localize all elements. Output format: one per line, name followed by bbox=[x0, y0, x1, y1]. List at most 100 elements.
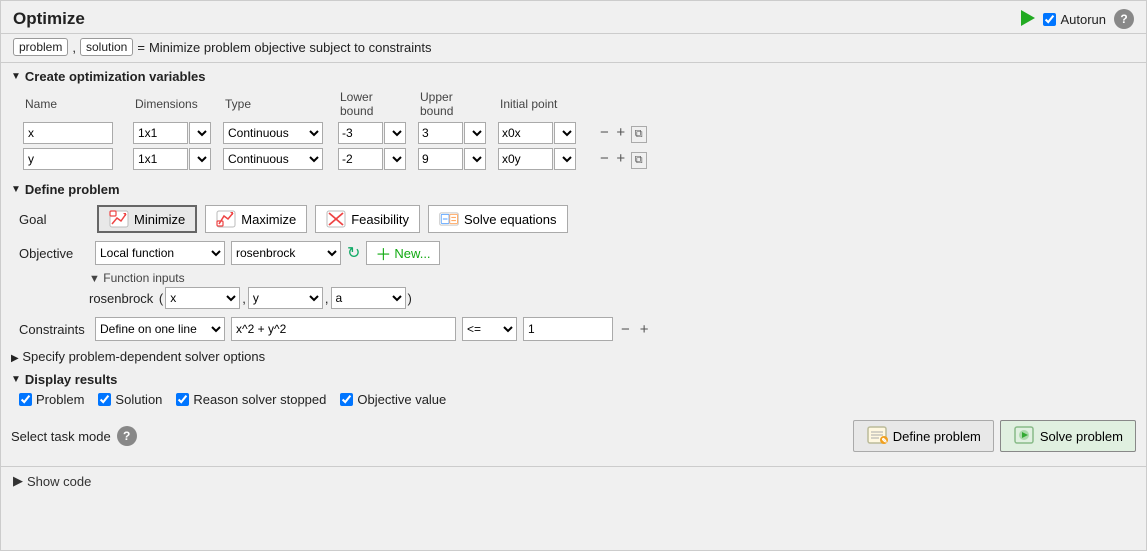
check-solution[interactable]: Solution bbox=[98, 392, 162, 407]
feasibility-button[interactable]: Feasibility bbox=[315, 205, 420, 233]
var-init-x-select[interactable] bbox=[554, 122, 576, 144]
var-name-x[interactable] bbox=[23, 122, 113, 144]
var-lower-y[interactable] bbox=[338, 148, 383, 170]
display-results-arrow: ▼ bbox=[11, 374, 21, 385]
check-problem-input[interactable] bbox=[19, 393, 32, 406]
func-inputs-header: ▼ Function inputs bbox=[89, 271, 1136, 287]
var-init-y-select[interactable] bbox=[554, 148, 576, 170]
new-function-button[interactable]: ＋ New... bbox=[366, 241, 439, 265]
check-objective-input[interactable] bbox=[340, 393, 353, 406]
constraint-expression[interactable] bbox=[231, 317, 456, 341]
func-call-row: rosenbrock ( x y a , y x a , a bbox=[89, 287, 1136, 309]
copy-row-x[interactable]: ⧉ bbox=[631, 126, 647, 143]
define-problem-label: Define problem bbox=[25, 182, 120, 197]
task-mode-help-button[interactable]: ? bbox=[117, 426, 137, 446]
check-problem-label: Problem bbox=[36, 392, 84, 407]
var-type-y[interactable]: Continuous Integer bbox=[223, 148, 323, 170]
check-reason-input[interactable] bbox=[176, 393, 189, 406]
show-code-label: Show code bbox=[27, 474, 91, 489]
add-constraint-button[interactable]: + bbox=[638, 321, 651, 338]
var-type-x[interactable]: Continuous Integer bbox=[223, 122, 323, 144]
col-type: Type bbox=[219, 88, 334, 120]
constraint-value[interactable] bbox=[523, 317, 613, 341]
arg-x-select[interactable]: x y a bbox=[165, 287, 240, 309]
goal-label: Goal bbox=[19, 212, 89, 227]
col-init: Initial point bbox=[494, 88, 594, 120]
solver-label: Specify problem-dependent solver options bbox=[22, 349, 265, 364]
constraint-op-select[interactable]: <= >= == bbox=[462, 317, 517, 341]
autorun-label[interactable]: Autorun bbox=[1043, 12, 1106, 27]
task-mode-row: Select task mode ? ✎ Define problem bbox=[11, 412, 1136, 456]
new-function-label: New... bbox=[394, 246, 430, 261]
add-row-x[interactable]: + bbox=[614, 124, 627, 141]
define-problem-button[interactable]: ✎ Define problem bbox=[853, 420, 994, 452]
var-dim-y-select[interactable] bbox=[189, 148, 211, 170]
minimize-button[interactable]: Minimize bbox=[97, 205, 197, 233]
var-dim-y[interactable] bbox=[133, 148, 188, 170]
autorun-checkbox[interactable] bbox=[1043, 13, 1056, 26]
remove-constraint-button[interactable]: − bbox=[619, 321, 632, 338]
var-upper-y-select[interactable] bbox=[464, 148, 486, 170]
arg-y-select[interactable]: y x a bbox=[248, 287, 323, 309]
svg-text:✎: ✎ bbox=[881, 437, 887, 445]
solve-equations-icon bbox=[439, 210, 459, 228]
check-problem[interactable]: Problem bbox=[19, 392, 84, 407]
objective-func-select[interactable]: rosenbrock bbox=[231, 241, 341, 265]
display-checkboxes-row: Problem Solution Reason solver stopped O… bbox=[11, 389, 1136, 410]
var-lower-y-select[interactable] bbox=[384, 148, 406, 170]
new-function-plus-icon: ＋ bbox=[375, 241, 391, 265]
var-upper-x-select[interactable] bbox=[464, 122, 486, 144]
var-lower-x[interactable] bbox=[338, 122, 383, 144]
refresh-button[interactable]: ↻ bbox=[347, 243, 360, 263]
define-select[interactable]: Define on one line Define separately bbox=[95, 317, 225, 341]
check-solution-label: Solution bbox=[115, 392, 162, 407]
check-solution-input[interactable] bbox=[98, 393, 111, 406]
maximize-button[interactable]: Maximize bbox=[205, 205, 307, 233]
add-row-y[interactable]: + bbox=[614, 150, 627, 167]
var-name-y[interactable] bbox=[23, 148, 113, 170]
maximize-label: Maximize bbox=[241, 212, 296, 227]
var-init-x[interactable] bbox=[498, 122, 553, 144]
objective-label: Objective bbox=[19, 246, 89, 261]
var-dim-x[interactable] bbox=[133, 122, 188, 144]
remove-row-y[interactable]: − bbox=[598, 150, 611, 167]
create-vars-content: Name Dimensions Type Lower bound Upper b… bbox=[11, 88, 1136, 172]
func-name-text: rosenbrock bbox=[89, 291, 153, 306]
breadcrumb-description: Minimize problem objective subject to co… bbox=[149, 40, 432, 55]
define-problem-arrow: ▼ bbox=[11, 184, 21, 195]
display-results-header[interactable]: ▼ Display results bbox=[11, 370, 1136, 389]
define-problem-btn-label: Define problem bbox=[893, 429, 981, 444]
var-init-y[interactable] bbox=[498, 148, 553, 170]
solve-problem-button[interactable]: Solve problem bbox=[1000, 420, 1136, 452]
solve-equations-label: Solve equations bbox=[464, 212, 557, 227]
task-mode-label: Select task mode bbox=[11, 429, 111, 444]
display-results-label: Display results bbox=[25, 372, 118, 387]
help-button[interactable]: ? bbox=[1114, 9, 1134, 29]
func-close-paren: ) bbox=[408, 291, 412, 306]
create-vars-section-header[interactable]: ▼ Create optimization variables bbox=[11, 63, 1136, 88]
define-problem-section-header[interactable]: ▼ Define problem bbox=[11, 176, 1136, 201]
remove-row-x[interactable]: − bbox=[598, 124, 611, 141]
arg-a-select[interactable]: a x y bbox=[331, 287, 406, 309]
check-reason[interactable]: Reason solver stopped bbox=[176, 392, 326, 407]
play-icon bbox=[1021, 10, 1035, 26]
copy-row-y[interactable]: ⧉ bbox=[631, 152, 647, 169]
var-dim-x-select[interactable] bbox=[189, 122, 211, 144]
var-lower-x-select[interactable] bbox=[384, 122, 406, 144]
breadcrumb-problem: problem bbox=[13, 38, 68, 56]
display-results-section: ▼ Display results Problem Solution Reaso… bbox=[11, 368, 1136, 412]
var-upper-y[interactable] bbox=[418, 148, 463, 170]
solver-arrow[interactable]: ▶ bbox=[11, 353, 19, 364]
solve-equations-button[interactable]: Solve equations bbox=[428, 205, 568, 233]
check-objective[interactable]: Objective value bbox=[340, 392, 446, 407]
feasibility-icon bbox=[326, 210, 346, 228]
create-vars-label: Create optimization variables bbox=[25, 69, 206, 84]
objective-type-select[interactable]: Local function Function handle bbox=[95, 241, 225, 265]
show-code-row[interactable]: ▶ Show code bbox=[1, 466, 1146, 495]
run-button[interactable] bbox=[1021, 10, 1035, 29]
var-upper-x[interactable] bbox=[418, 122, 463, 144]
objective-row: Objective Local function Function handle… bbox=[19, 237, 1136, 269]
show-code-arrow: ▶ bbox=[13, 473, 23, 489]
define-problem-content: Goal Minimize bbox=[11, 201, 1136, 345]
col-upper: Upper bound bbox=[414, 88, 494, 120]
